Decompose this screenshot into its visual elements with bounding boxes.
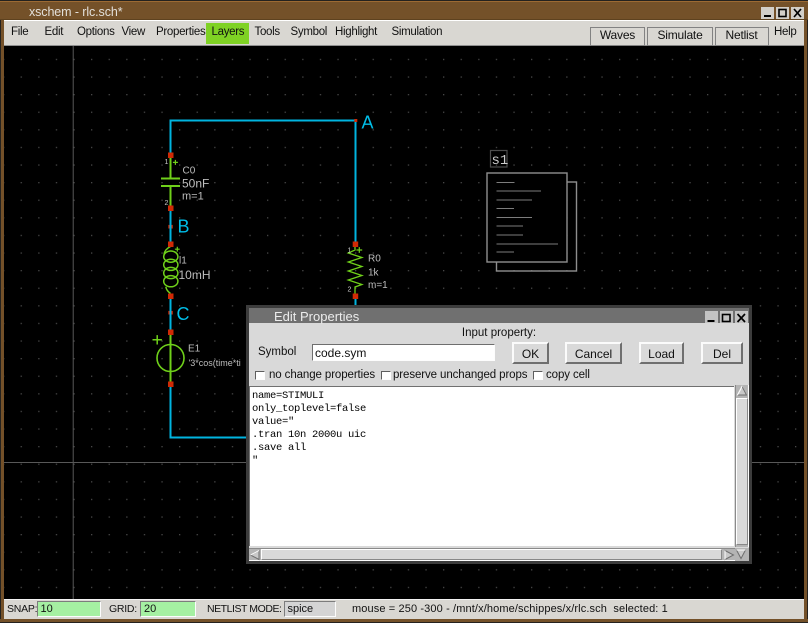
svg-text:E1: E1	[188, 344, 201, 355]
svg-text:10mH: 10mH	[179, 268, 211, 282]
svg-text:50nF: 50nF	[182, 177, 209, 191]
svg-text:m=1: m=1	[182, 191, 204, 203]
svg-text:R0: R0	[368, 254, 381, 265]
svg-text:l1: l1	[179, 256, 187, 267]
svg-text:2: 2	[165, 200, 169, 207]
svg-text:1: 1	[165, 159, 169, 166]
svg-text:1k: 1k	[368, 268, 380, 279]
svg-text:B: B	[178, 217, 190, 237]
svg-text:'3*cos(time*ti: '3*cos(time*ti	[189, 358, 241, 368]
svg-text:C0: C0	[183, 166, 196, 177]
svg-text:m=1: m=1	[368, 280, 388, 291]
svg-text:1: 1	[348, 248, 352, 255]
svg-text:s1: s1	[492, 153, 509, 169]
svg-text:C: C	[177, 304, 190, 324]
svg-text:2: 2	[348, 287, 352, 294]
svg-text:A: A	[362, 113, 374, 133]
